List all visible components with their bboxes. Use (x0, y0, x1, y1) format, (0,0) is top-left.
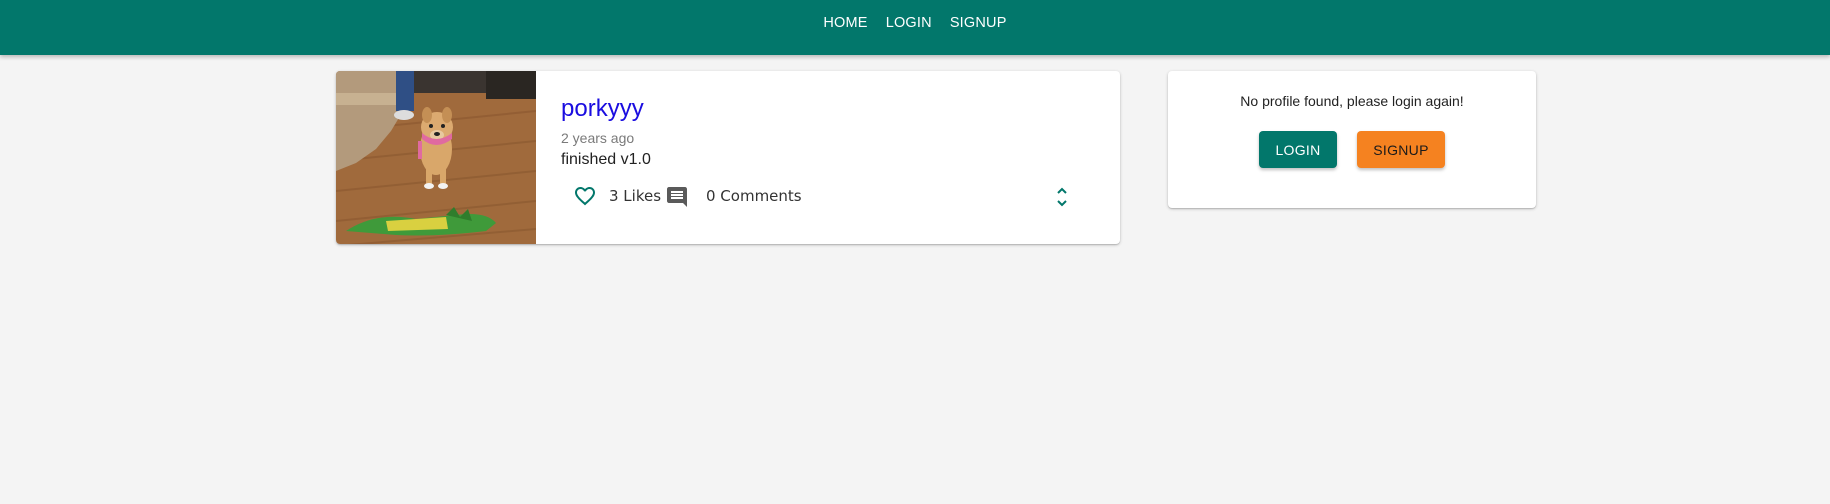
nav-home-link[interactable]: HOME (823, 15, 867, 31)
nav-signup-link[interactable]: SIGNUP (950, 15, 1007, 31)
top-navbar: HOME LOGIN SIGNUP (0, 0, 1830, 55)
post-title-link[interactable]: porkyyy (561, 97, 1120, 121)
signup-button[interactable]: SIGNUP (1357, 131, 1445, 168)
post-body: porkyyy 2 years ago finished v1.0 3 Like… (561, 97, 1120, 207)
unfold-more-icon[interactable] (1050, 184, 1074, 210)
post-actions: 3 Likes 0 Comments (561, 184, 1101, 210)
comment-icon[interactable] (665, 185, 689, 209)
post-card: porkyyy 2 years ago finished v1.0 3 Like… (336, 71, 1120, 244)
nav-links: HOME LOGIN SIGNUP (823, 15, 1006, 31)
heart-outline-icon[interactable] (573, 184, 597, 208)
post-image[interactable] (336, 71, 536, 244)
nav-login-link[interactable]: LOGIN (886, 15, 932, 31)
comments-count: 0 Comments (706, 187, 802, 205)
post-timestamp: 2 years ago (561, 130, 635, 146)
likes-count: 3 Likes (609, 187, 662, 205)
login-button[interactable]: LOGIN (1259, 131, 1337, 168)
dog-photo (336, 71, 536, 244)
post-description: finished v1.0 (561, 151, 651, 168)
profile-card: No profile found, please login again! LO… (1168, 71, 1536, 208)
no-profile-message: No profile found, please login again! (1240, 93, 1464, 109)
